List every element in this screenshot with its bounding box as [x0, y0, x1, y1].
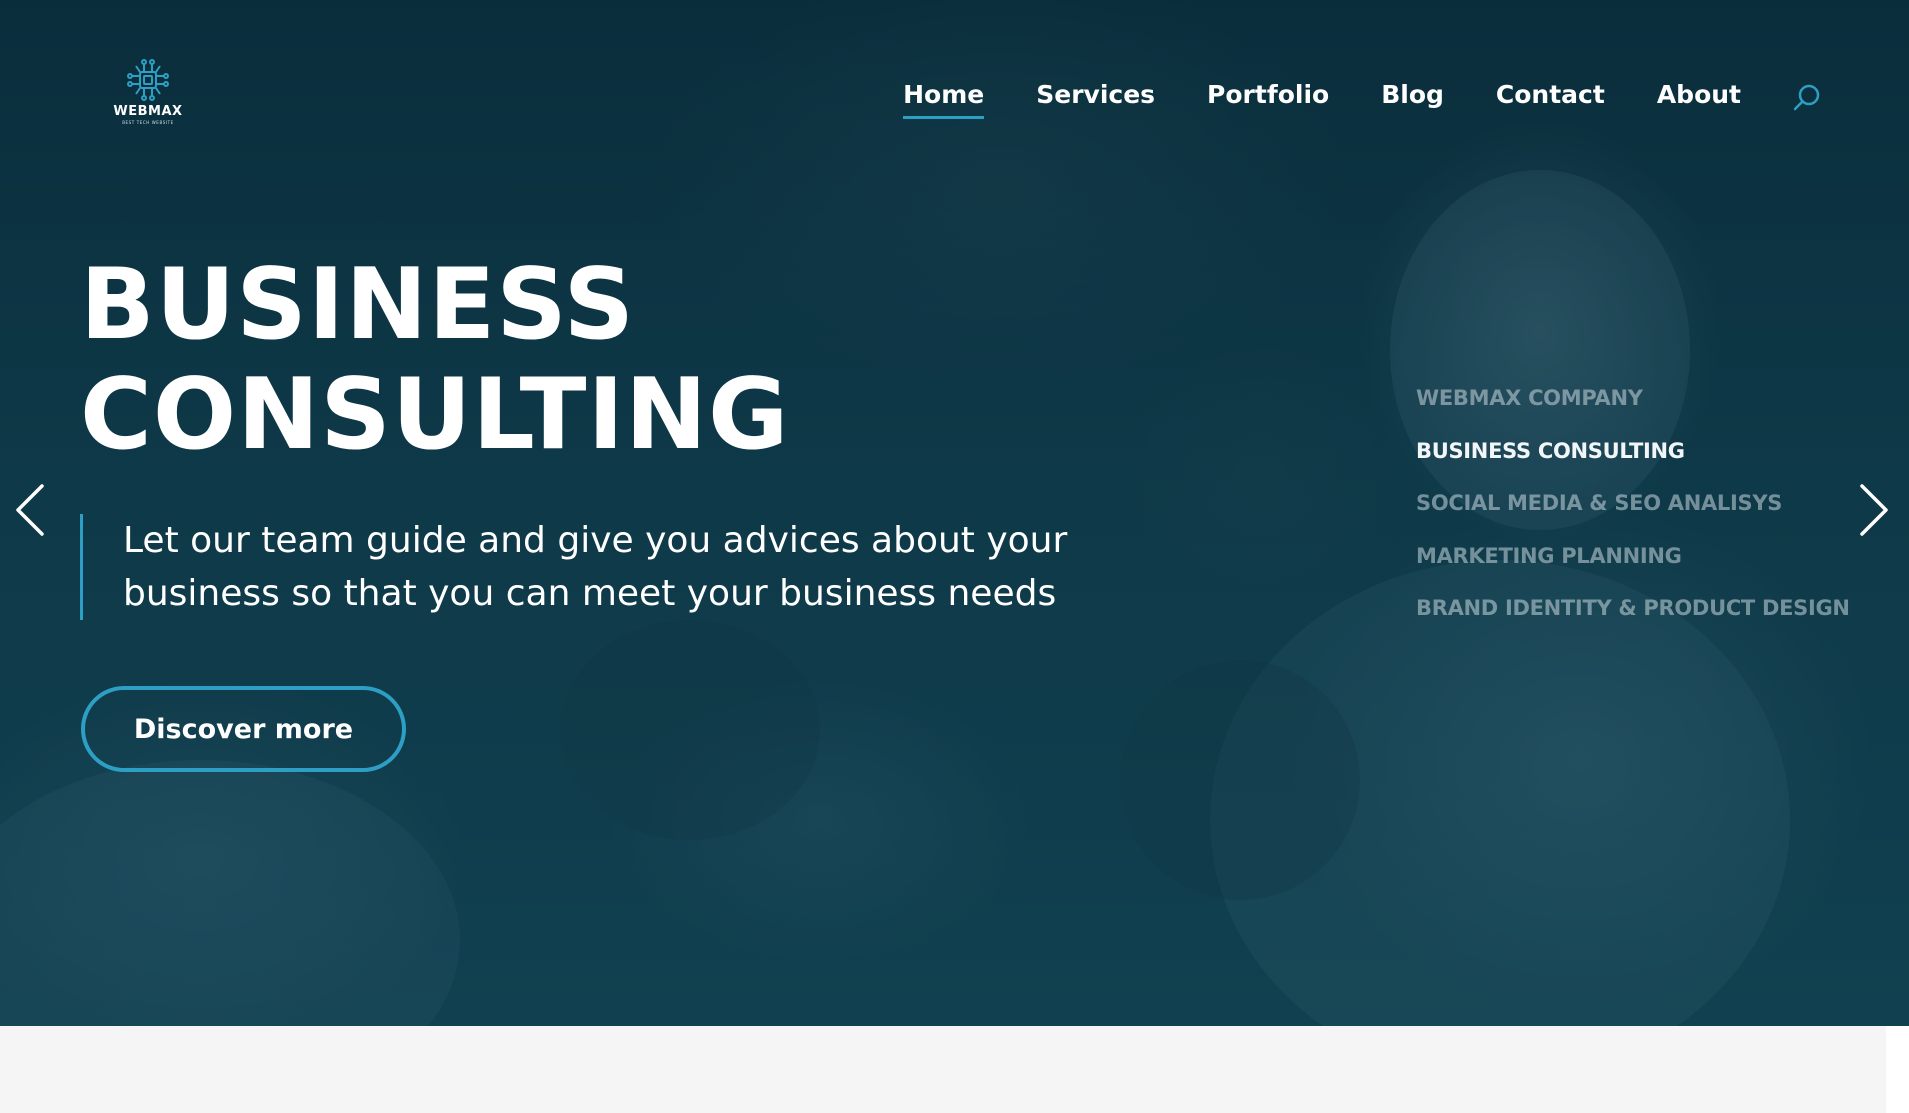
nav-item-about[interactable]: About	[1657, 80, 1741, 115]
nav-item-home[interactable]: Home	[903, 80, 985, 119]
hero-title: BUSINESS CONSULTING	[80, 250, 789, 470]
slide-item-social-media-seo[interactable]: SOCIAL MEDIA & SEO ANALISYS	[1416, 485, 1850, 538]
next-slide-button[interactable]	[1854, 480, 1894, 540]
slide-navigation-list: WEBMAX COMPANY BUSINESS CONSULTING SOCIA…	[1416, 380, 1850, 643]
discover-more-button[interactable]: Discover more	[81, 686, 406, 772]
logo-tagline: BEST TECH WEBSITE	[122, 120, 174, 125]
search-icon[interactable]	[1791, 82, 1823, 114]
nav-item-blog[interactable]: Blog	[1381, 80, 1444, 115]
site-logo[interactable]: WEBMAX BEST TECH WEBSITE	[110, 58, 186, 138]
prev-slide-button[interactable]	[10, 480, 50, 540]
scrollbar-gutter	[1886, 1026, 1909, 1113]
hero-title-line-2: CONSULTING	[80, 358, 790, 472]
next-section	[0, 1026, 1886, 1113]
chevron-right-icon	[1860, 484, 1888, 536]
hero-slider: WEBMAX BEST TECH WEBSITE Home Services P…	[0, 0, 1909, 1026]
slide-item-business-consulting[interactable]: BUSINESS CONSULTING	[1416, 433, 1850, 486]
nav-item-services[interactable]: Services	[1036, 80, 1155, 115]
slide-item-brand-identity[interactable]: BRAND IDENTITY & PRODUCT DESIGN	[1416, 590, 1850, 643]
nav-item-portfolio[interactable]: Portfolio	[1207, 80, 1329, 115]
circuit-chip-icon	[127, 59, 169, 101]
hero-title-line-1: BUSINESS	[80, 248, 636, 362]
chevron-left-icon	[16, 484, 44, 536]
slide-item-marketing-planning[interactable]: MARKETING PLANNING	[1416, 538, 1850, 591]
hero-subtitle: Let our team guide and give you advices …	[80, 514, 1080, 620]
logo-name: WEBMAX	[113, 104, 183, 119]
main-nav: Home Services Portfolio Blog Contact Abo…	[851, 80, 1741, 119]
slide-item-webmax-company[interactable]: WEBMAX COMPANY	[1416, 380, 1850, 433]
nav-item-contact[interactable]: Contact	[1496, 80, 1605, 115]
